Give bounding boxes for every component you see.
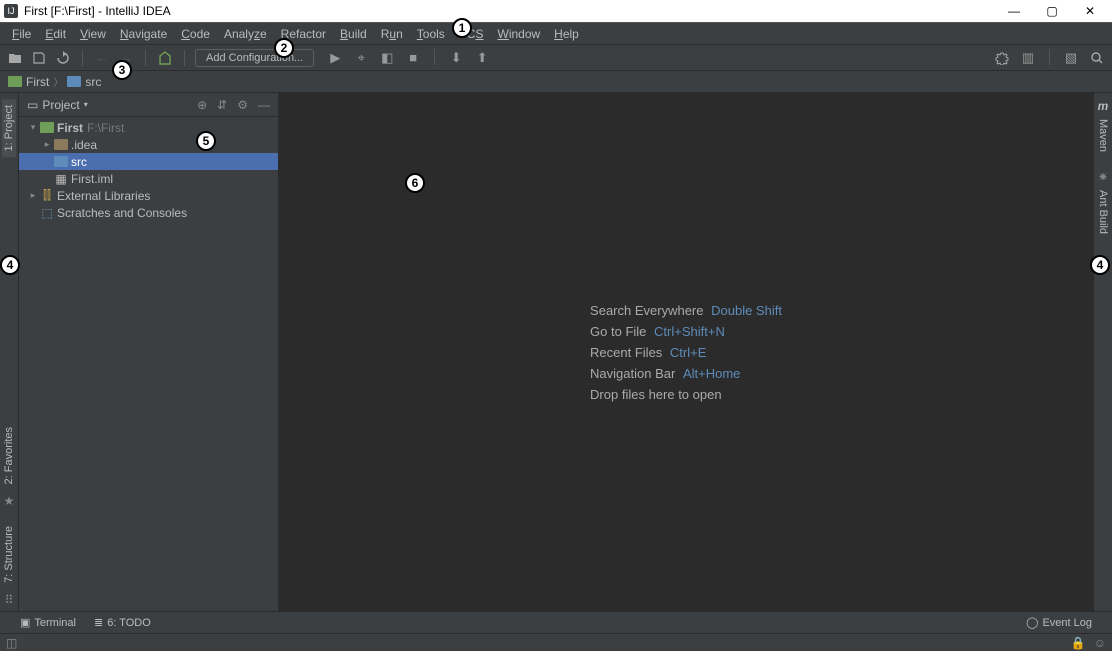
annotation-2: 2 bbox=[274, 38, 294, 58]
menu-tools[interactable]: Tools bbox=[411, 25, 451, 43]
tool-tab-structure[interactable]: 7: Structure bbox=[2, 520, 16, 589]
annotation-4-right: 4 bbox=[1090, 255, 1110, 275]
annotation-3: 3 bbox=[112, 60, 132, 80]
menu-code[interactable]: Code bbox=[175, 25, 216, 43]
chevron-right-icon: 〉 bbox=[53, 74, 63, 89]
maven-icon: m bbox=[1098, 99, 1109, 113]
hint-navigation-bar: Navigation Bar Alt+Home bbox=[590, 366, 782, 381]
tree-src-dir[interactable]: ▸ src bbox=[19, 153, 278, 170]
right-tool-stripe: m Maven ✷ Ant Build bbox=[1093, 93, 1112, 611]
titlebar: IJ First [F:\First] - IntelliJ IDEA — ▢ … bbox=[0, 0, 1112, 23]
annotation-5: 5 bbox=[196, 131, 216, 151]
minimize-panel-icon[interactable]: — bbox=[258, 98, 270, 112]
breadcrumb-src[interactable]: src bbox=[67, 75, 101, 89]
project-structure-icon[interactable]: ▥ bbox=[1019, 49, 1037, 67]
menu-analyze[interactable]: Analyze bbox=[218, 25, 273, 43]
bottom-tool-stripe: ▣ Terminal ≣ 6: TODO ◯ Event Log bbox=[0, 611, 1112, 633]
build-icon[interactable] bbox=[156, 49, 174, 67]
window-title: First [F:\First] - IntelliJ IDEA bbox=[24, 4, 171, 18]
hint-search-everywhere: Search Everywhere Double Shift bbox=[590, 303, 782, 318]
tool-tab-ant[interactable]: Ant Build bbox=[1096, 184, 1110, 240]
search-everywhere-icon[interactable] bbox=[1088, 49, 1106, 67]
collapse-all-icon[interactable]: ⇵ bbox=[217, 98, 227, 112]
hint-goto-file: Go to File Ctrl+Shift+N bbox=[590, 324, 782, 339]
menu-help[interactable]: Help bbox=[548, 25, 585, 43]
save-icon[interactable] bbox=[30, 49, 48, 67]
folder-icon bbox=[8, 76, 22, 87]
menu-navigate[interactable]: Navigate bbox=[114, 25, 173, 43]
run-icon[interactable]: ▶ bbox=[326, 49, 344, 67]
annotation-4-left: 4 bbox=[0, 255, 20, 275]
menubar: File Edit View Navigate Code Analyze Ref… bbox=[0, 23, 1112, 45]
ant-icon: ✷ bbox=[1098, 170, 1108, 184]
tool-tab-favorites[interactable]: 2: Favorites bbox=[2, 421, 16, 490]
expand-icon[interactable]: ▸ bbox=[41, 139, 53, 150]
notifications-icon[interactable]: ☺ bbox=[1094, 636, 1106, 650]
breadcrumb: First 〉 src bbox=[0, 71, 1112, 93]
menu-file[interactable]: File bbox=[6, 25, 37, 43]
menu-view[interactable]: View bbox=[74, 25, 112, 43]
open-icon[interactable] bbox=[6, 49, 24, 67]
libraries-icon: ⫿⫿ bbox=[39, 188, 55, 203]
project-header: ▭ Project ▾ ⊕ ⇵ ⚙ — bbox=[19, 93, 278, 117]
coverage-icon[interactable]: ◧ bbox=[378, 49, 396, 67]
app-icon: IJ bbox=[4, 4, 18, 18]
lock-icon[interactable]: 🔒 bbox=[1071, 636, 1086, 650]
left-tool-stripe: 1: Project 2: Favorites ★ 7: Structure ⠿ bbox=[0, 93, 19, 611]
locate-icon[interactable]: ⊕ bbox=[197, 98, 207, 112]
vcs-update-icon[interactable]: ⬇ bbox=[447, 49, 465, 67]
add-configuration-button[interactable]: Add Configuration... bbox=[195, 49, 314, 67]
hint-drop-files: Drop files here to open bbox=[590, 387, 782, 402]
dropdown-icon: ▾ bbox=[84, 100, 88, 109]
project-tool-window: ▭ Project ▾ ⊕ ⇵ ⚙ — ▾ First F:\First ▸ bbox=[19, 93, 279, 611]
annotation-1: 1 bbox=[452, 18, 472, 38]
project-tree: ▾ First F:\First ▸ .idea ▸ src ▸ ▦ bbox=[19, 117, 278, 223]
crumb-label: First bbox=[26, 75, 49, 89]
expand-icon[interactable]: ▾ bbox=[27, 122, 39, 133]
tree-root[interactable]: ▾ First F:\First bbox=[19, 119, 278, 136]
tool-tab-maven[interactable]: Maven bbox=[1096, 113, 1110, 158]
debug-icon[interactable]: ⌖ bbox=[352, 49, 370, 67]
back-icon[interactable]: ← bbox=[93, 49, 111, 67]
settings-icon[interactable] bbox=[993, 49, 1011, 67]
toolbar: ← → Add Configuration... ▶ ⌖ ◧ ■ ⬇ ⬆ ▥ ▧ bbox=[0, 45, 1112, 71]
vcs-commit-icon[interactable]: ⬆ bbox=[473, 49, 491, 67]
folder-icon bbox=[67, 76, 81, 87]
menu-run[interactable]: Run bbox=[375, 25, 409, 43]
ide-settings-icon[interactable]: ▧ bbox=[1062, 49, 1080, 67]
minimize-button[interactable]: — bbox=[1006, 4, 1022, 18]
tree-idea-dir[interactable]: ▸ .idea bbox=[19, 136, 278, 153]
gear-icon[interactable]: ⚙ bbox=[237, 98, 248, 112]
tool-windows-icon[interactable]: ◫ bbox=[6, 636, 17, 650]
editor-placeholder[interactable]: Search Everywhere Double Shift Go to Fil… bbox=[279, 93, 1093, 611]
menu-build[interactable]: Build bbox=[334, 25, 373, 43]
sync-icon[interactable] bbox=[54, 49, 72, 67]
expand-icon[interactable]: ▸ bbox=[27, 190, 39, 201]
hint-recent-files: Recent Files Ctrl+E bbox=[590, 345, 782, 360]
star-icon: ★ bbox=[4, 494, 15, 508]
tree-scratches[interactable]: ▸ ⬚ Scratches and Consoles bbox=[19, 204, 278, 221]
tree-external-libraries[interactable]: ▸ ⫿⫿ External Libraries bbox=[19, 187, 278, 204]
stop-icon[interactable]: ■ bbox=[404, 49, 422, 67]
module-icon bbox=[40, 122, 54, 133]
annotation-6: 6 bbox=[405, 173, 425, 193]
project-tab-title[interactable]: ▭ Project ▾ bbox=[27, 98, 88, 112]
folder-icon bbox=[54, 139, 68, 150]
structure-icon: ⠿ bbox=[5, 593, 14, 607]
source-folder-icon bbox=[54, 156, 68, 167]
scratches-icon: ⬚ bbox=[39, 206, 55, 220]
status-bar: ◫ 🔒 ☺ bbox=[0, 633, 1112, 651]
maximize-button[interactable]: ▢ bbox=[1044, 4, 1060, 18]
menu-window[interactable]: Window bbox=[491, 25, 546, 43]
breadcrumb-root[interactable]: First bbox=[8, 75, 49, 89]
menu-edit[interactable]: Edit bbox=[39, 25, 72, 43]
iml-file-icon: ▦ bbox=[53, 172, 69, 186]
crumb-label: src bbox=[85, 75, 101, 89]
tool-tab-project[interactable]: 1: Project bbox=[2, 99, 16, 157]
close-button[interactable]: ✕ bbox=[1082, 4, 1098, 18]
project-icon: ▭ bbox=[27, 98, 38, 112]
tree-iml-file[interactable]: ▸ ▦ First.iml bbox=[19, 170, 278, 187]
